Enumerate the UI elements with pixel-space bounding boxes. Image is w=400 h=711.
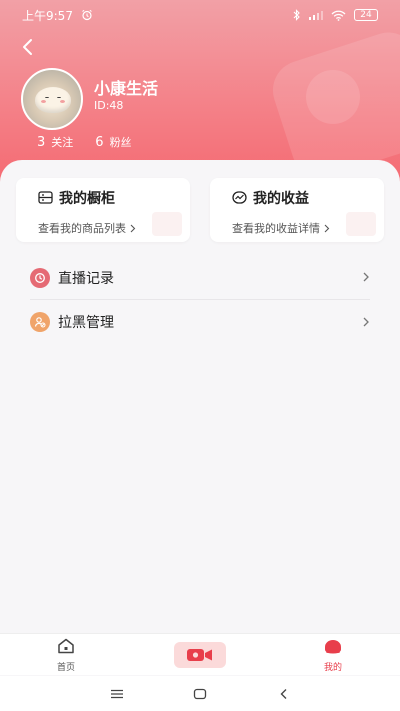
tab-home-label: 首页: [56, 662, 75, 673]
fans-label: 粉丝: [109, 136, 132, 149]
menu-item-blacklist[interactable]: 拉黑管理: [30, 300, 370, 344]
cabinet-subtitle: 查看我的商品列表: [38, 221, 126, 235]
live-camera-button[interactable]: [174, 642, 226, 668]
card-decoration: [152, 212, 182, 236]
home-icon: [57, 638, 75, 658]
clock-icon: [30, 267, 50, 288]
chevron-right-icon: [362, 268, 370, 287]
wifi-icon: [331, 10, 346, 21]
tab-live[interactable]: [172, 634, 228, 676]
fans-stat[interactable]: 6 粉丝: [95, 134, 131, 150]
cabinet-title: 我的橱柜: [59, 191, 115, 207]
signal-icon: [309, 10, 323, 20]
header-decoration-circle: [306, 70, 360, 124]
status-bar: 上午9:57 24: [0, 0, 400, 30]
card-decoration: [346, 212, 376, 236]
square-icon: [193, 688, 207, 700]
back-arrow-icon: [280, 689, 287, 699]
user-id: ID:48: [94, 99, 124, 112]
avatar[interactable]: [21, 68, 83, 130]
video-camera-icon: [187, 649, 212, 661]
menu-list: 直播记录 拉黑管理: [30, 256, 370, 344]
earnings-icon: [232, 189, 247, 208]
tab-home[interactable]: 首页: [46, 634, 86, 676]
earnings-title: 我的收益: [253, 191, 309, 207]
alarm-icon: [81, 9, 93, 21]
chevron-right-icon: [324, 218, 330, 237]
status-time: 上午9:57: [22, 8, 73, 23]
user-name: 小康生活: [94, 79, 159, 98]
system-nav-bar: [0, 676, 400, 711]
tab-mine-label: 我的: [323, 662, 342, 673]
bluetooth-icon: [293, 9, 301, 21]
menu-item-label: 直播记录: [58, 270, 114, 287]
fans-count: 6: [95, 135, 104, 150]
back-button[interactable]: [14, 34, 40, 60]
nav-menu-button[interactable]: [107, 684, 127, 704]
cabinet-icon: [38, 189, 53, 208]
chevron-left-icon: [23, 39, 32, 55]
my-earnings-card[interactable]: 我的收益 查看我的收益详情: [210, 178, 384, 242]
bottom-tab-bar: 首页 我的: [0, 633, 400, 675]
menu-icon: [111, 689, 123, 699]
my-cabinet-card[interactable]: 我的橱柜 查看我的商品列表: [16, 178, 190, 242]
profile-icon: [323, 638, 343, 658]
user-block-icon: [30, 312, 50, 332]
menu-item-label: 拉黑管理: [58, 315, 114, 331]
earnings-subtitle: 查看我的收益详情: [232, 221, 320, 235]
battery-indicator: 24: [354, 9, 378, 21]
avatar-bun-image: [35, 87, 71, 113]
nav-back-button[interactable]: [274, 684, 294, 704]
following-label: 关注: [51, 136, 74, 149]
tab-mine[interactable]: 我的: [313, 634, 353, 676]
following-count: 3: [37, 135, 46, 150]
chevron-right-icon: [130, 218, 136, 237]
nav-home-button[interactable]: [190, 684, 210, 704]
menu-item-live-records[interactable]: 直播记录: [30, 256, 370, 300]
following-stat[interactable]: 3 关注: [37, 134, 73, 150]
follow-stats: 3 关注 6 粉丝: [37, 134, 132, 150]
chevron-right-icon: [362, 313, 370, 332]
